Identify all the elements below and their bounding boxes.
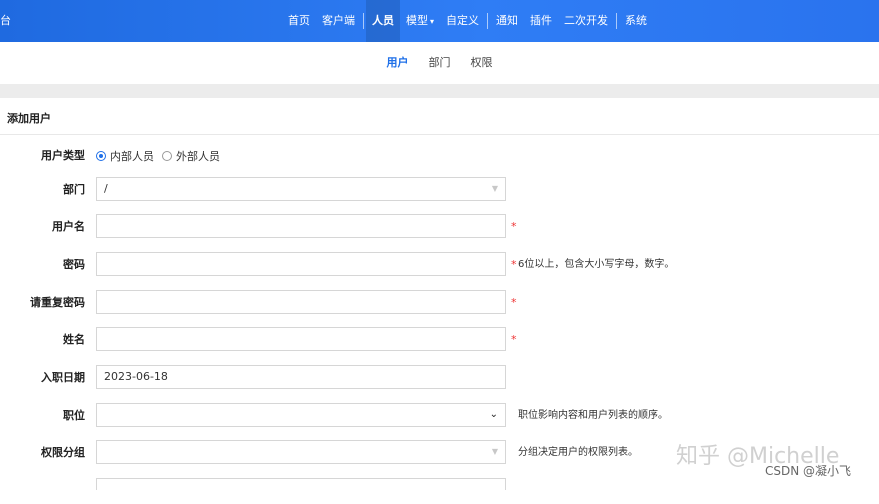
radio-external-label: 外部人员	[176, 150, 220, 163]
nav-item-custom[interactable]: 自定义	[440, 0, 485, 42]
permission-group-select[interactable]: ▼	[96, 440, 506, 464]
password-input[interactable]	[96, 252, 506, 276]
full-name-input[interactable]	[96, 327, 506, 351]
nav-item-notify[interactable]: 通知	[490, 0, 524, 42]
chevron-down-icon: ▼	[491, 447, 498, 456]
nav-item-plugins[interactable]: 插件	[524, 0, 558, 42]
form-row-position: 职位 ⌄ 职位影响内容和用户列表的顺序。	[0, 403, 879, 429]
tab-users[interactable]: 用户	[387, 54, 409, 70]
password-hint: 6位以上，包含大小写字母，数字。	[518, 259, 675, 270]
sub-navigation: 用户 部门 权限	[0, 42, 879, 82]
radio-external[interactable]: 外部人员	[162, 148, 220, 164]
chevron-down-icon: ▾	[430, 17, 435, 26]
nav-divider	[487, 13, 489, 29]
required-mark: *	[511, 296, 517, 309]
watermark-csdn: CSDN @凝小飞	[765, 464, 852, 478]
radio-internal-label: 内部人员	[110, 150, 154, 163]
password-label: 密码	[63, 258, 85, 271]
top-navigation-bar: 台 首页 客户端 人员 模型 ▾ 自定义 通知 插件 二次开发 系统	[0, 0, 879, 42]
password-confirm-input[interactable]	[96, 290, 506, 314]
chevron-down-icon: ⌄	[489, 409, 498, 420]
main-nav: 首页 客户端 人员 模型 ▾ 自定义 通知 插件 二次开发 系统	[282, 0, 653, 42]
nav-item-personnel[interactable]: 人员	[366, 0, 400, 42]
hire-date-value: 2023-06-18	[104, 370, 168, 383]
nav-divider	[363, 13, 364, 29]
hire-date-label: 入职日期	[41, 371, 85, 384]
nav-item-model[interactable]: 模型 ▾	[400, 0, 440, 42]
full-name-label: 姓名	[63, 333, 85, 346]
user-type-radio-group: 内部人员 外部人员	[96, 143, 228, 169]
divider	[0, 134, 879, 135]
tab-departments[interactable]: 部门	[429, 54, 451, 70]
radio-checked-icon[interactable]	[96, 151, 106, 161]
nav-item-client[interactable]: 客户端	[316, 0, 361, 42]
form-row-password: 密码 * 6位以上，包含大小写字母，数字。	[0, 252, 879, 278]
permission-group-hint: 分组决定用户的权限列表。	[518, 447, 638, 458]
radio-internal[interactable]: 内部人员	[96, 148, 154, 164]
required-mark: *	[511, 220, 517, 233]
app-brand-title: 台	[0, 14, 11, 27]
form-row-hire-date: 入职日期 2023-06-18	[0, 365, 879, 391]
form-row-next	[0, 478, 879, 504]
position-select[interactable]: ⌄	[96, 403, 506, 427]
section-separator	[0, 84, 879, 98]
nav-divider	[616, 13, 618, 29]
required-mark: *	[511, 333, 517, 346]
department-select[interactable]: / ▼	[96, 177, 506, 201]
radio-unchecked-icon[interactable]	[162, 151, 172, 161]
position-hint: 职位影响内容和用户列表的顺序。	[518, 410, 668, 421]
nav-item-system[interactable]: 系统	[619, 0, 653, 42]
user-type-label: 用户类型	[41, 149, 85, 162]
position-label: 职位	[63, 409, 85, 422]
required-mark: *	[511, 258, 517, 271]
chevron-down-icon: ▼	[491, 184, 498, 193]
department-label: 部门	[63, 183, 85, 196]
permission-group-label: 权限分组	[41, 446, 85, 459]
form-row-user-type: 用户类型 内部人员 外部人员	[0, 143, 879, 169]
hire-date-input[interactable]: 2023-06-18	[96, 365, 506, 389]
username-label: 用户名	[52, 220, 85, 233]
page-title: 添加用户	[7, 112, 51, 125]
tab-permissions[interactable]: 权限	[471, 54, 493, 70]
form-row-full-name: 姓名 *	[0, 327, 879, 353]
nav-item-home[interactable]: 首页	[282, 0, 316, 42]
department-value: /	[104, 182, 108, 195]
form-row-password-confirm: 请重复密码 *	[0, 290, 879, 316]
password-confirm-label: 请重复密码	[30, 296, 85, 309]
username-input[interactable]	[96, 214, 506, 238]
nav-item-model-label: 模型	[406, 14, 428, 27]
next-field-input[interactable]	[96, 478, 506, 490]
form-row-department: 部门 / ▼	[0, 177, 879, 203]
form-row-username: 用户名 *	[0, 214, 879, 240]
nav-item-dev[interactable]: 二次开发	[558, 0, 614, 42]
